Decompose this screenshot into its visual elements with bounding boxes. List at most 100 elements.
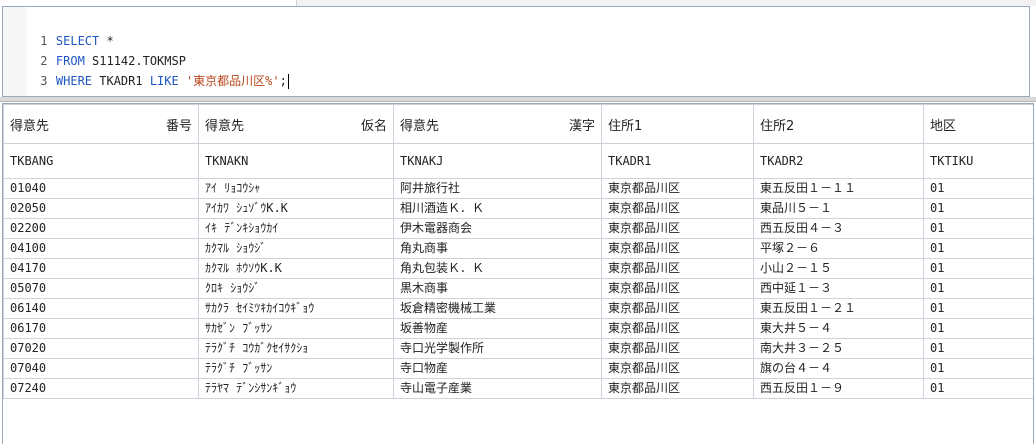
column-field-name: TKNAKJ (393, 143, 602, 179)
table-cell[interactable]: 旗の台４－４ (753, 358, 924, 379)
column-header-tktiku[interactable]: 地区 (923, 104, 1033, 144)
table-cell[interactable]: 黒木商事 (393, 278, 602, 299)
table-cell[interactable]: 坂倉精密機械工業 (393, 298, 602, 319)
table-cell[interactable]: 西五反田４－３ (753, 218, 924, 239)
table-cell[interactable]: 角丸包装Ｋ．Ｋ (393, 258, 602, 279)
table-cell[interactable]: 07020 (3, 338, 199, 359)
table-cell[interactable]: 01 (923, 378, 1033, 399)
table-cell[interactable]: ﾃﾗｸﾞﾁ ｺｳｶﾞｸｾｲｻｸｼｮ (198, 338, 394, 359)
table-cell[interactable]: 東京都品川区 (601, 198, 754, 219)
table-cell[interactable]: 南大井３－２５ (753, 338, 924, 359)
table-cell[interactable]: 東京都品川区 (601, 318, 754, 339)
table-cell[interactable]: 01 (923, 218, 1033, 239)
table-cell[interactable]: 01 (923, 178, 1033, 199)
table-cell[interactable]: 小山２－１５ (753, 258, 924, 279)
table-cell[interactable]: ﾃﾗﾔﾏ ﾃﾞﾝｼｻﾝｷﾞｮｳ (198, 378, 394, 399)
table-cell[interactable]: 02200 (3, 218, 199, 239)
column-header-suffix: 仮名 (360, 118, 387, 134)
table-cell[interactable]: 東京都品川区 (601, 258, 754, 279)
table-cell[interactable]: 東京都品川区 (601, 238, 754, 259)
table-cell[interactable]: ｱｲ ﾘｮｺｳｼｬ (198, 178, 394, 199)
table-cell[interactable]: 西五反田１－９ (753, 378, 924, 399)
table-row[interactable]: 04100 ｶｸﾏﾙ ｼｮｳｼﾞ 角丸商事 東京都品川区 平塚２－６ 01 (3, 238, 1033, 259)
table-cell[interactable]: 01 (923, 258, 1033, 279)
table-cell[interactable]: 01 (923, 298, 1033, 319)
table-cell[interactable]: 阿井旅行社 (393, 178, 602, 199)
table-row[interactable]: 07240 ﾃﾗﾔﾏ ﾃﾞﾝｼｻﾝｷﾞｮｳ 寺山電子産業 東京都品川区 西五反田１－９ 0… (3, 378, 1033, 399)
table-cell[interactable]: ﾃﾗｸﾞﾁ ﾌﾞｯｻﾝ (198, 358, 394, 379)
table-cell[interactable]: 07040 (3, 358, 199, 379)
table-cell[interactable]: 04100 (3, 238, 199, 259)
table-cell[interactable]: 平塚２－６ (753, 238, 924, 259)
column-field-name: TKTIKU (923, 143, 1033, 179)
column-header-tknakn[interactable]: 得意先 仮名 (198, 104, 394, 144)
column-header-tkadr1[interactable]: 住所1 (601, 104, 754, 144)
table-cell[interactable]: 東大井５－４ (753, 318, 924, 339)
table-cell[interactable]: 07240 (3, 378, 199, 399)
table-cell[interactable]: 東五反田１－１１ (753, 178, 924, 199)
table-cell[interactable]: 東京都品川区 (601, 298, 754, 319)
table-cell[interactable]: ｶｸﾏﾙ ｼｮｳｼﾞ (198, 238, 394, 259)
table-cell[interactable]: 01 (923, 278, 1033, 299)
table-cell[interactable]: ｻｶｸﾗ ｾｲﾐﾂｷｶｲｺｳｷﾞｮｳ (198, 298, 394, 319)
table-cell[interactable]: 寺口光学製作所 (393, 338, 602, 359)
table-cell[interactable]: 01 (923, 238, 1033, 259)
code-line-3[interactable]: 3 WHERE TKADR1 LIKE '東京都品川区%'; (3, 51, 289, 89)
table-cell[interactable]: 01 (923, 338, 1033, 359)
table-cell[interactable]: 角丸商事 (393, 238, 602, 259)
table-cell[interactable]: 東品川５－１ (753, 198, 924, 219)
table-cell[interactable]: 坂善物産 (393, 318, 602, 339)
table-cell[interactable]: 06170 (3, 318, 199, 339)
table-cell[interactable]: ｸﾛｷ ｼｮｳｼﾞ (198, 278, 394, 299)
table-cell[interactable]: ｲｷ ﾃﾞﾝｷｼｮｳｶｲ (198, 218, 394, 239)
column-header-tknakj[interactable]: 得意先 漢字 (393, 104, 602, 144)
table-cell[interactable]: 寺山電子産業 (393, 378, 602, 399)
table-cell[interactable]: ｱｲｶﾜ ｼｭｿﾞｳK.K (198, 198, 394, 219)
column-header-label: 住所1 (608, 118, 643, 134)
column-field-name: TKADR2 (753, 143, 924, 179)
table-cell[interactable]: 06140 (3, 298, 199, 319)
table-cell[interactable]: 05070 (3, 278, 199, 299)
sql-string: '東京都品川区%' (178, 74, 280, 88)
table-cell[interactable]: 東五反田１－２１ (753, 298, 924, 319)
table-cell[interactable]: 伊木電器商会 (393, 218, 602, 239)
table-row[interactable]: 07020 ﾃﾗｸﾞﾁ ｺｳｶﾞｸｾｲｻｸｼｮ 寺口光学製作所 東京都品川区 南大井３－… (3, 338, 1033, 359)
column-header-tkadr2[interactable]: 住所2 (753, 104, 924, 144)
table-cell[interactable]: 01 (923, 358, 1033, 379)
table-cell[interactable]: 寺口物産 (393, 358, 602, 379)
table-cell[interactable]: 西中延１－３ (753, 278, 924, 299)
table-row[interactable]: 04170 ｶｸﾏﾙ ﾎｳｿｳK.K 角丸包装Ｋ．Ｋ 東京都品川区 小山２－１５ 01 (3, 258, 1033, 279)
table-row[interactable]: 01040 ｱｲ ﾘｮｺｳｼｬ 阿井旅行社 東京都品川区 東五反田１－１１ 01 (3, 178, 1033, 199)
table-cell[interactable]: 東京都品川区 (601, 378, 754, 399)
table-cell[interactable]: 04170 (3, 258, 199, 279)
table-cell[interactable]: 02050 (3, 198, 199, 219)
line-number: 3 (40, 74, 48, 88)
code-line-1[interactable]: 1 SELECT * (3, 11, 113, 48)
results-table: 得意先 番号 得意先 仮名 得意先 漢字 住所1 住所2 地区 TKBANG TKNAKN TKNA… (3, 104, 1033, 399)
sql-text: TKADR1 (92, 74, 150, 88)
table-row[interactable]: 06170 ｻｶｾﾞﾝ ﾌﾞｯｻﾝ 坂善物産 東京都品川区 東大井５－４ 01 (3, 318, 1033, 339)
sql-editor[interactable]: 1 SELECT * 2 FROM S11142.TOKMSP 3 WHERE TKA… (2, 6, 1030, 97)
column-header-tkbang[interactable]: 得意先 番号 (3, 104, 199, 144)
results-grid[interactable]: 得意先 番号 得意先 仮名 得意先 漢字 住所1 住所2 地区 TKBANG TKNAKN TKNA… (2, 103, 1034, 444)
table-cell[interactable]: 東京都品川区 (601, 178, 754, 199)
table-cell[interactable]: 01 (923, 198, 1033, 219)
pane-splitter[interactable] (0, 97, 1036, 102)
table-cell[interactable]: 東京都品川区 (601, 278, 754, 299)
table-cell[interactable]: ｶｸﾏﾙ ﾎｳｿｳK.K (198, 258, 394, 279)
table-cell[interactable]: 01040 (3, 178, 199, 199)
table-cell[interactable]: 東京都品川区 (601, 358, 754, 379)
code-line-2[interactable]: 2 FROM S11142.TOKMSP (3, 31, 186, 68)
table-row[interactable]: 02050 ｱｲｶﾜ ｼｭｿﾞｳK.K 相川酒造Ｋ．Ｋ 東京都品川区 東品川５－１ 01 (3, 198, 1033, 219)
table-cell[interactable]: 相川酒造Ｋ．Ｋ (393, 198, 602, 219)
table-row[interactable]: 02200 ｲｷ ﾃﾞﾝｷｼｮｳｶｲ 伊木電器商会 東京都品川区 西五反田４－３ 01 (3, 218, 1033, 239)
column-header-suffix: 漢字 (568, 118, 595, 134)
table-cell[interactable]: 東京都品川区 (601, 218, 754, 239)
table-row[interactable]: 05070 ｸﾛｷ ｼｮｳｼﾞ 黒木商事 東京都品川区 西中延１－３ 01 (3, 278, 1033, 299)
table-cell[interactable]: ｻｶｾﾞﾝ ﾌﾞｯｻﾝ (198, 318, 394, 339)
table-row[interactable]: 07040 ﾃﾗｸﾞﾁ ﾌﾞｯｻﾝ 寺口物産 東京都品川区 旗の台４－４ 01 (3, 358, 1033, 379)
table-cell[interactable]: 東京都品川区 (601, 338, 754, 359)
table-row[interactable]: 06140 ｻｶｸﾗ ｾｲﾐﾂｷｶｲｺｳｷﾞｮｳ 坂倉精密機械工業 東京都品川区 東五反… (3, 298, 1033, 319)
table-cell[interactable]: 01 (923, 318, 1033, 339)
sql-text: ; (279, 74, 287, 88)
